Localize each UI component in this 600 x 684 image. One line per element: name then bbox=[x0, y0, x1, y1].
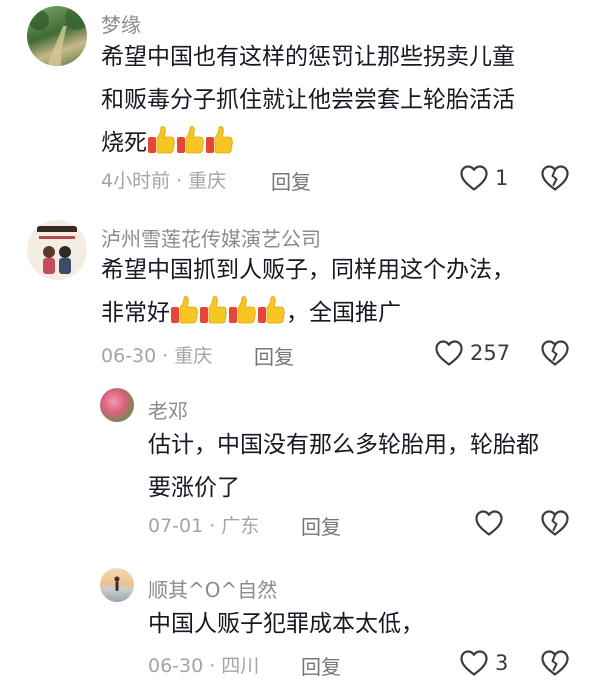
like-button[interactable] bbox=[474, 509, 510, 537]
comment-text-line: 中国人贩子犯罪成本太低， bbox=[148, 611, 424, 637]
comment-text-line: 希望中国也有这样的惩罚让那些拐卖儿童 bbox=[101, 44, 515, 70]
comment-location: 广东 bbox=[221, 515, 260, 537]
comment-meta: 06-30 · 四川 bbox=[148, 651, 259, 678]
comment-username[interactable]: 顺其^O^自然 bbox=[148, 574, 277, 603]
comment-meta: 07-01 · 广东 bbox=[148, 511, 259, 538]
heart-outline-icon bbox=[474, 509, 504, 537]
comment-username[interactable]: 老邓 bbox=[148, 395, 188, 424]
thumbs-up-emoji bbox=[147, 125, 175, 155]
comment-text-line: 非常好 ，全国推广 bbox=[101, 292, 591, 335]
like-button[interactable]: 1 bbox=[459, 164, 508, 192]
comment-location: 重庆 bbox=[188, 170, 227, 192]
broken-heart-outline-icon[interactable] bbox=[540, 509, 570, 537]
comment-text-line: 估计，中国没有那么多轮胎用，轮胎都 bbox=[148, 432, 539, 458]
reply-button[interactable]: 回复 bbox=[301, 511, 341, 540]
broken-heart-outline-icon[interactable] bbox=[540, 164, 570, 192]
flowers-avatar[interactable] bbox=[100, 388, 134, 422]
comment-text-line: 烧死 bbox=[101, 122, 591, 165]
couple-poster-avatar[interactable] bbox=[27, 220, 87, 280]
comment-text: 希望中国也有这样的惩罚让那些拐卖儿童 和贩毒分子抓住就让他尝尝套上轮胎活活 烧死 bbox=[101, 36, 591, 165]
meta-separator: · bbox=[162, 345, 169, 367]
reply-button[interactable]: 回复 bbox=[301, 651, 341, 680]
like-button[interactable]: 3 bbox=[459, 649, 508, 677]
comment-time: 07-01 bbox=[148, 515, 204, 537]
meta-separator: · bbox=[209, 655, 216, 677]
comment-time: 06-30 bbox=[101, 345, 157, 367]
comment-location: 四川 bbox=[221, 655, 260, 677]
thumbs-up-emoji bbox=[228, 295, 256, 325]
comment-text: 中国人贩子犯罪成本太低， bbox=[148, 603, 588, 646]
heart-outline-icon bbox=[459, 649, 489, 677]
thumbs-up-emoji bbox=[199, 295, 227, 325]
like-button[interactable]: 257 bbox=[434, 339, 510, 367]
thumbs-up-emoji bbox=[257, 295, 285, 325]
reply-button[interactable]: 回复 bbox=[254, 341, 294, 370]
comment-item: 老邓 估计，中国没有那么多轮胎用，轮胎都 要涨价了 07-01 · 广东 回复 bbox=[0, 384, 600, 544]
comment-text-fragment: 烧死 bbox=[101, 130, 147, 156]
like-count: 1 bbox=[495, 166, 509, 190]
comment-meta: 4小时前 · 重庆 bbox=[101, 166, 226, 193]
comment-item: 顺其^O^自然 中国人贩子犯罪成本太低， 06-30 · 四川 回复 3 bbox=[0, 556, 600, 684]
comment-text-fragment: ，全国推广 bbox=[286, 300, 401, 326]
forest-path-avatar[interactable] bbox=[27, 6, 87, 66]
comment-username[interactable]: 梦缘 bbox=[101, 9, 141, 38]
beach-sunset-avatar[interactable] bbox=[100, 568, 134, 602]
thumbs-up-emoji bbox=[205, 125, 233, 155]
comment-item: 梦缘 希望中国也有这样的惩罚让那些拐卖儿童 和贩毒分子抓住就让他尝尝套上轮胎活活… bbox=[0, 0, 600, 200]
comment-text-fragment: 非常好 bbox=[101, 300, 170, 326]
comment-time: 4小时前 bbox=[101, 170, 171, 192]
comment-item: 泸州雪莲花传媒演艺公司 希望中国抓到人贩子，同样用这个办法， 非常好 ，全国推广 … bbox=[0, 212, 600, 382]
meta-separator: · bbox=[209, 515, 216, 537]
comment-text-line: 和贩毒分子抓住就让他尝尝套上轮胎活活 bbox=[101, 87, 515, 113]
thumbs-up-emoji bbox=[176, 125, 204, 155]
heart-outline-icon bbox=[459, 164, 489, 192]
comment-text: 估计，中国没有那么多轮胎用，轮胎都 要涨价了 bbox=[148, 424, 588, 510]
comment-meta: 06-30 · 重庆 bbox=[101, 341, 212, 368]
reply-button[interactable]: 回复 bbox=[271, 166, 311, 195]
broken-heart-outline-icon[interactable] bbox=[540, 649, 570, 677]
like-count: 3 bbox=[495, 651, 509, 675]
thumbs-up-emoji bbox=[170, 295, 198, 325]
comment-text-line: 要涨价了 bbox=[148, 475, 240, 501]
heart-outline-icon bbox=[434, 339, 464, 367]
comment-username[interactable]: 泸州雪莲花传媒演艺公司 bbox=[101, 223, 321, 252]
comment-time: 06-30 bbox=[148, 655, 204, 677]
comment-text: 希望中国抓到人贩子，同样用这个办法， 非常好 ，全国推广 bbox=[101, 249, 591, 335]
comment-location: 重庆 bbox=[174, 345, 213, 367]
broken-heart-outline-icon[interactable] bbox=[540, 339, 570, 367]
comment-text-line: 希望中国抓到人贩子，同样用这个办法， bbox=[101, 257, 515, 283]
like-count: 257 bbox=[470, 341, 511, 365]
meta-separator: · bbox=[176, 170, 183, 192]
